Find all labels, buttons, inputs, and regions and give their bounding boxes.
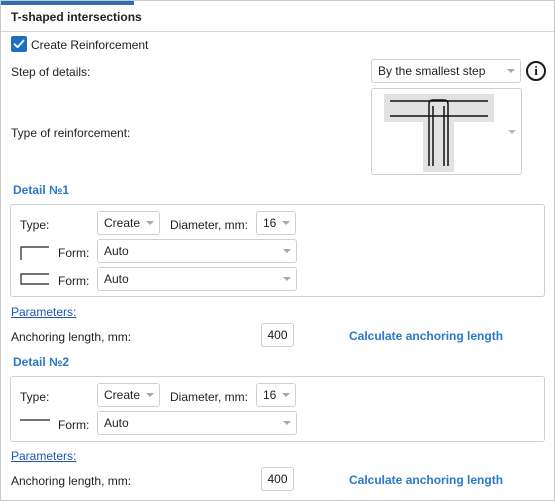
create-reinforcement-checkbox[interactable] (11, 36, 27, 52)
detail-2-group: Type: Create Diameter, mm: 16 Form: Auto (10, 376, 545, 442)
form-u-shape-icon (20, 273, 49, 285)
detail-1-form2-label: Form: (58, 274, 90, 288)
detail-2-anchoring-label: Anchoring length, mm: (11, 474, 132, 488)
tab-accent-bar (1, 1, 134, 5)
detail-1-type-value: Create (104, 216, 141, 230)
detail-1-anchoring-input[interactable]: 400 (261, 323, 294, 347)
step-of-details-value: By the smallest step (378, 64, 486, 78)
detail-2-type-value: Create (104, 388, 141, 402)
detail-2-parameters-link[interactable]: Parameters: (11, 449, 76, 463)
chevron-down-icon (283, 249, 291, 253)
chevron-down-icon (282, 221, 290, 225)
chevron-down-icon (146, 393, 154, 397)
detail-2-title: Detail №2 (13, 355, 70, 369)
detail-1-calculate-anchoring-button[interactable]: Calculate anchoring length (349, 329, 503, 343)
detail-1-type-select[interactable]: Create (97, 211, 160, 235)
detail-2-form-label: Form: (58, 418, 90, 432)
chevron-down-icon (283, 277, 291, 281)
detail-2-type-select[interactable]: Create (97, 383, 160, 407)
chevron-down-icon (146, 221, 154, 225)
step-of-details-label: Step of details: (11, 65, 91, 79)
detail-2-diameter-label: Diameter, mm: (170, 390, 249, 404)
type-of-reinforcement-label: Type of reinforcement: (11, 126, 131, 140)
detail-1-form1-label: Form: (58, 246, 90, 260)
detail-2-anchoring-input[interactable]: 400 (261, 467, 294, 491)
detail-2-calculate-anchoring-button[interactable]: Calculate anchoring length (349, 473, 503, 487)
form-l-shape-icon (20, 246, 49, 260)
detail-1-diameter-value: 16 (263, 216, 277, 230)
type-of-reinforcement-select[interactable] (371, 88, 522, 175)
detail-1-form1-select[interactable]: Auto (97, 239, 297, 263)
detail-1-form2-select[interactable]: Auto (97, 267, 297, 291)
tab-t-shaped-intersections[interactable]: T-shaped intersections (11, 10, 142, 24)
detail-2-type-label: Type: (20, 390, 50, 404)
t-intersection-reinforcement-icon (384, 94, 494, 172)
detail-1-parameters-link[interactable]: Parameters: (11, 305, 76, 319)
settings-panel: T-shaped intersections Create Reinforcem… (0, 0, 555, 501)
checkmark-icon (13, 39, 25, 49)
chevron-down-icon (282, 393, 290, 397)
detail-1-group: Type: Create Diameter, mm: 16 Form: Auto… (10, 204, 545, 297)
chevron-down-icon (508, 130, 516, 134)
create-reinforcement-label[interactable]: Create Reinforcement (31, 38, 148, 52)
detail-2-form-value: Auto (104, 416, 129, 430)
detail-1-anchoring-label: Anchoring length, mm: (11, 330, 132, 344)
detail-1-form2-value: Auto (104, 272, 129, 286)
tab-divider (1, 31, 554, 32)
chevron-down-icon (507, 69, 515, 73)
form-straight-line-icon (20, 419, 50, 421)
detail-1-diameter-label: Diameter, mm: (170, 218, 249, 232)
detail-1-diameter-select[interactable]: 16 (256, 211, 296, 235)
detail-1-title: Detail №1 (13, 183, 70, 197)
detail-2-diameter-value: 16 (263, 388, 277, 402)
detail-2-diameter-select[interactable]: 16 (256, 383, 296, 407)
chevron-down-icon (283, 421, 291, 425)
step-of-details-select[interactable]: By the smallest step (371, 59, 521, 83)
detail-2-form-select[interactable]: Auto (97, 411, 297, 435)
detail-1-type-label: Type: (20, 218, 50, 232)
detail-1-form1-value: Auto (104, 244, 129, 258)
info-icon[interactable]: i (526, 61, 546, 81)
